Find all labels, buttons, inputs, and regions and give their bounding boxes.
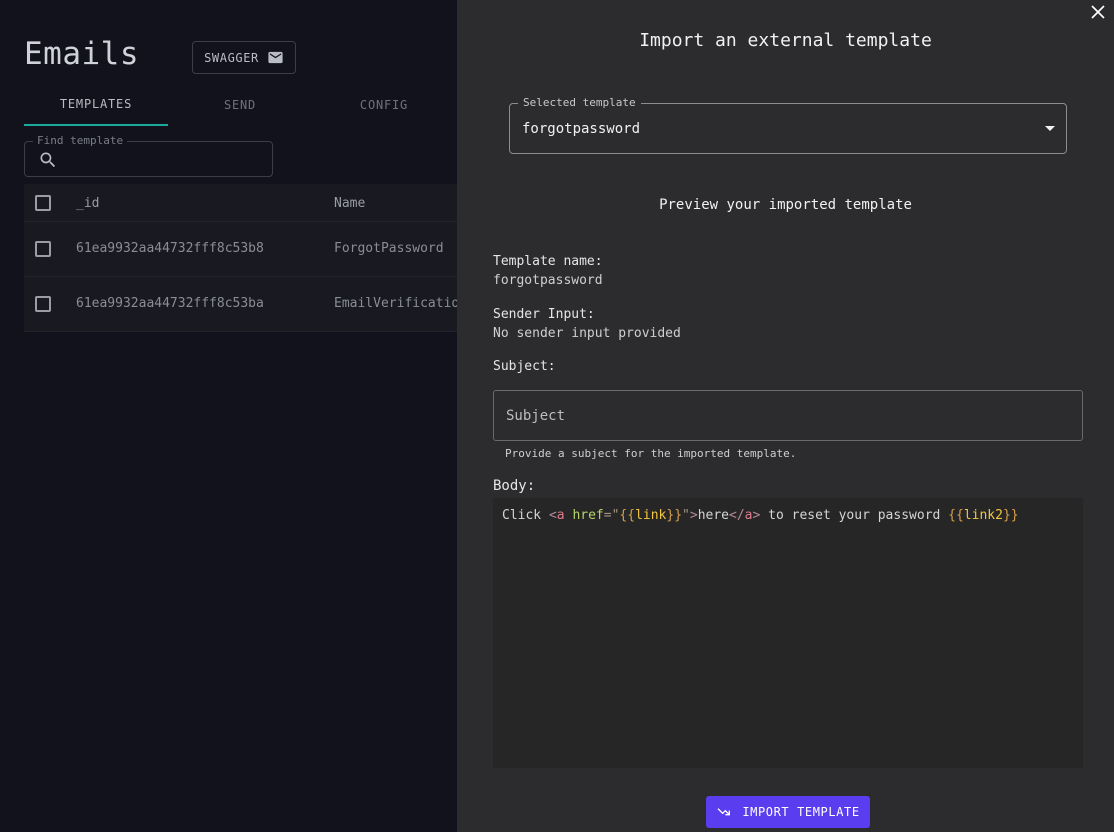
sender-input-value: No sender input provided <box>493 326 681 341</box>
code-attribute: href <box>572 508 604 523</box>
tab-config[interactable]: CONFIG <box>312 84 456 126</box>
code-brace: {{ <box>619 508 636 523</box>
code-text: here <box>697 508 730 523</box>
column-header-name[interactable]: Name <box>334 196 365 211</box>
selected-template-label: Selected template <box>518 96 641 109</box>
code-string: =" <box>603 508 620 523</box>
import-template-button[interactable]: IMPORT TEMPLATE <box>706 796 870 828</box>
search-icon <box>40 152 56 168</box>
row-checkbox[interactable] <box>35 241 51 257</box>
row-id: 61ea9932aa44732fff8c53ba <box>76 296 264 311</box>
code-text: Click <box>502 508 549 523</box>
table-header-row: _id Name <box>24 184 457 222</box>
trending-import-icon <box>717 808 731 816</box>
code-brace: }} <box>666 508 683 523</box>
import-template-drawer: Import an external template Selected tem… <box>457 0 1114 832</box>
body-label: Body: <box>493 478 536 494</box>
templates-table: _id Name 61ea9932aa44732fff8c53b8 Forgot… <box>24 184 457 332</box>
row-id: 61ea9932aa44732fff8c53b8 <box>76 241 264 256</box>
select-all-checkbox[interactable] <box>35 195 51 211</box>
tab-templates[interactable]: TEMPLATES <box>24 84 168 126</box>
selected-template-value: forgotpassword <box>522 121 641 137</box>
code-tag-name: a <box>744 508 753 523</box>
code-variable: link2 <box>963 508 1003 523</box>
row-name: EmailVerification <box>334 296 457 311</box>
import-button-label: IMPORT TEMPLATE <box>742 805 860 819</box>
swagger-button[interactable]: SWAGGER <box>192 41 296 74</box>
arrow-drop-down-icon <box>1045 126 1055 131</box>
selected-template-select[interactable]: Selected template forgotpassword <box>509 96 1067 154</box>
sender-input-label: Sender Input: <box>493 307 595 322</box>
close-button[interactable] <box>1088 2 1108 22</box>
subject-input[interactable] <box>493 390 1083 441</box>
column-header-id[interactable]: _id <box>76 196 99 211</box>
body-code-editor[interactable]: Click <a href="{{link}}">here</a> to res… <box>493 498 1083 768</box>
table-row[interactable]: 61ea9932aa44732fff8c53b8 ForgotPassword <box>24 222 457 277</box>
template-name-value: forgotpassword <box>493 273 603 288</box>
code-brace: {{ <box>948 508 964 523</box>
preview-title: Preview your imported template <box>659 197 912 213</box>
code-tag-bracket: < <box>548 508 557 523</box>
find-template-field[interactable]: Find template <box>24 134 273 177</box>
swagger-label: SWAGGER <box>204 50 259 65</box>
code-text: to reset your password <box>760 508 949 523</box>
mail-icon <box>268 51 283 64</box>
row-checkbox[interactable] <box>35 296 51 312</box>
tabs: TEMPLATES SEND CONFIG <box>24 84 456 126</box>
subject-label: Subject: <box>493 359 556 374</box>
code-string: " <box>682 508 690 523</box>
close-icon <box>1091 5 1105 19</box>
code-tag-bracket: </ <box>729 508 745 523</box>
subject-helper-text: Provide a subject for the imported templ… <box>505 447 797 460</box>
code-tag-name: a <box>556 508 565 523</box>
code-brace: }} <box>1002 508 1019 523</box>
find-template-label: Find template <box>33 134 128 147</box>
drawer-title: Import an external template <box>639 30 932 51</box>
code-tag-bracket: > <box>689 508 698 523</box>
tab-send[interactable]: SEND <box>168 84 312 126</box>
page-title: Emails <box>24 36 139 72</box>
code-variable: link <box>635 508 667 523</box>
template-name-label: Template name: <box>493 254 603 269</box>
table-row[interactable]: 61ea9932aa44732fff8c53ba EmailVerificati… <box>24 277 457 332</box>
row-name: ForgotPassword <box>334 241 444 256</box>
